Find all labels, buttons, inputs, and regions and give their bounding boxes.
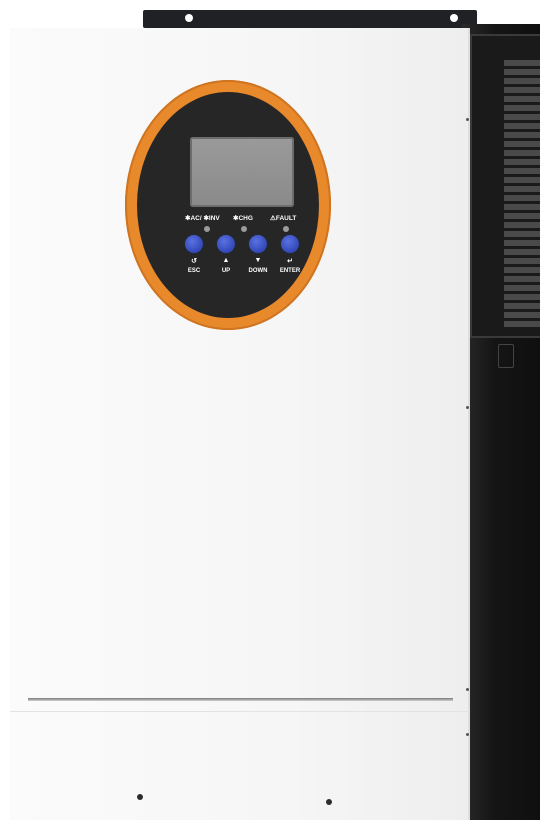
- arrow-down-icon: ▼: [254, 257, 262, 264]
- side-panel: [462, 24, 540, 820]
- arrow-up-icon: ▲: [222, 257, 230, 264]
- indicator-chg-label: ✱CHG: [233, 215, 253, 222]
- esc-button[interactable]: [185, 235, 203, 253]
- enter-icon: ↵: [287, 258, 293, 265]
- down-button[interactable]: [249, 235, 267, 253]
- enter-button[interactable]: [281, 235, 299, 253]
- esc-label: ESC: [187, 268, 201, 274]
- control-panel-face: ✱AC/ ✱INV ✱CHG ⚠FAULT ↺ ▲ ▼ ↵ ESC UP DOW…: [137, 92, 319, 318]
- ventilation-grille: [470, 34, 540, 338]
- indicator-fault-label: ⚠FAULT: [270, 215, 297, 222]
- enter-label: ENTER: [279, 268, 301, 274]
- edge-pin: [466, 733, 469, 736]
- lcd-display: [190, 137, 294, 207]
- mounting-bracket: [143, 10, 477, 28]
- down-label: DOWN: [248, 268, 268, 274]
- screw-right: [326, 799, 332, 805]
- up-button[interactable]: [217, 235, 235, 253]
- lower-cover-edge: [10, 711, 470, 712]
- indicator-ac-inv-label: ✱AC/ ✱INV: [185, 215, 220, 222]
- bracket-hole-right: [450, 14, 458, 22]
- led-chg: [241, 226, 247, 232]
- edge-pin: [466, 118, 469, 121]
- edge-pin: [466, 688, 469, 691]
- side-tab: [498, 344, 514, 368]
- vent-slots: [504, 60, 540, 330]
- screw-left: [137, 794, 143, 800]
- cover-seam: [28, 698, 453, 701]
- edge-pin: [466, 406, 469, 409]
- bracket-hole-left: [185, 14, 193, 22]
- led-ac-inv: [204, 226, 210, 232]
- up-label: UP: [221, 268, 231, 274]
- return-icon: ↺: [191, 258, 197, 265]
- led-fault: [283, 226, 289, 232]
- control-panel-ring: ✱AC/ ✱INV ✱CHG ⚠FAULT ↺ ▲ ▼ ↵ ESC UP DOW…: [125, 80, 331, 330]
